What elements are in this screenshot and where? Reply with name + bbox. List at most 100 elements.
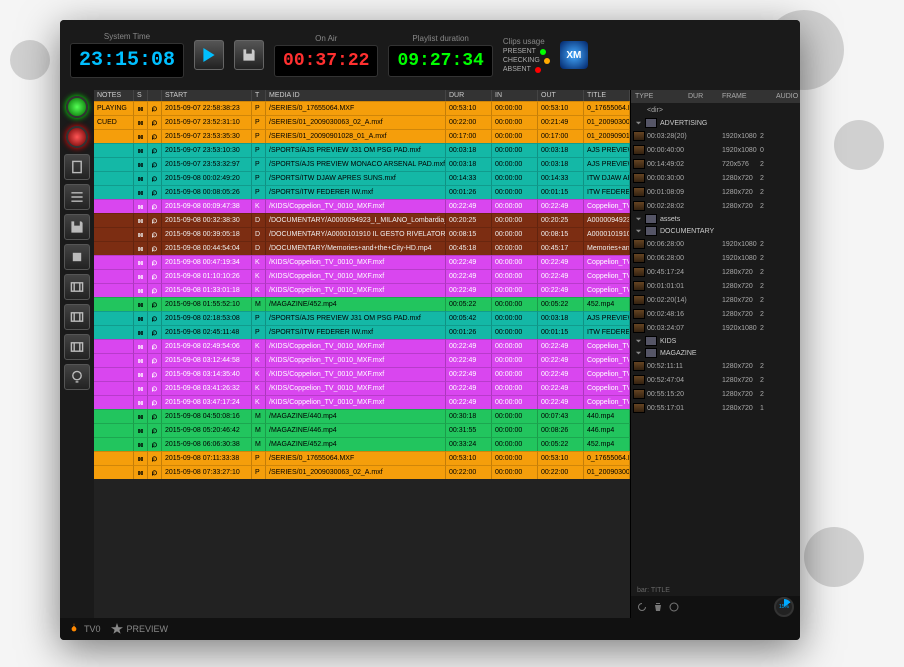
tool-new-playlist[interactable] <box>64 154 90 180</box>
tab-tv0[interactable]: TV0 <box>68 623 101 635</box>
bcell-dur: 00:01:01:01 <box>647 283 722 290</box>
playlist-row[interactable]: 2015-09-08 00:02:49:20P/SPORTS/ITW DJAW … <box>94 171 630 185</box>
browser-item[interactable]: 00:03:24:071920x10802 <box>631 321 800 335</box>
browser-item[interactable]: 00:06:28:001920x10802 <box>631 251 800 265</box>
cell-out: 00:03:18 <box>538 311 584 325</box>
browser-folder[interactable]: assets <box>631 213 800 225</box>
tool-bulb[interactable] <box>64 364 90 390</box>
playlist-row[interactable]: 2015-09-08 00:09:47:38K/KIDS/Coppelion_T… <box>94 199 630 213</box>
browser-folder[interactable]: MAGAZINE <box>631 347 800 359</box>
bcell-dur: 00:03:28(20) <box>647 133 722 140</box>
playlist-row[interactable]: 2015-09-08 01:33:01:18K/KIDS/Coppelion_T… <box>94 283 630 297</box>
cell-type: M <box>252 409 266 423</box>
playlist-row[interactable]: 2015-09-07 23:53:35:30P/SERIES/01_200909… <box>94 129 630 143</box>
browser-item[interactable]: 00:01:01:011280x7202 <box>631 279 800 293</box>
cell-media: /KIDS/Coppelion_TV_0010_MXF.mxf <box>266 339 446 353</box>
cell-in: 00:00:00 <box>492 143 538 157</box>
browser-item[interactable]: 00:55:17:011280x7201 <box>631 401 800 415</box>
play-button[interactable] <box>194 40 224 70</box>
playlist-row[interactable]: 2015-09-08 01:55:52:10M/MAGAZINE/452.mp4… <box>94 297 630 311</box>
playlist-row[interactable]: 2015-09-08 02:45:11:48P/SPORTS/ITW FEDER… <box>94 325 630 339</box>
browser-item[interactable]: 00:02:48:161280x7202 <box>631 307 800 321</box>
playlist-row[interactable]: 2015-09-08 03:47:17:24K/KIDS/Coppelion_T… <box>94 395 630 409</box>
cell-type: K <box>252 367 266 381</box>
browser-folder[interactable]: ADVERTISING <box>631 117 800 129</box>
cell-out: 00:22:49 <box>538 255 584 269</box>
cell-title: ITW DJAW APRES SUNS.mxf <box>584 171 630 185</box>
info-icon[interactable] <box>669 602 679 612</box>
bcell-dur: 00:52:11:11 <box>647 363 722 370</box>
trash-icon[interactable] <box>653 602 663 612</box>
playlist-row[interactable]: 2015-09-08 07:11:33:38P/SERIES/0_1765506… <box>94 451 630 465</box>
save-button[interactable] <box>234 40 264 70</box>
playlist-row[interactable]: 2015-09-08 07:33:27:10P/SERIES/01_200903… <box>94 465 630 479</box>
link-icon <box>134 143 148 157</box>
playlist-row[interactable]: 2015-09-08 05:20:46:42M/MAGAZINE/446.mp4… <box>94 423 630 437</box>
link-icon <box>134 185 148 199</box>
playlist-row[interactable]: 2015-09-08 00:08:05:26P/SPORTS/ITW FEDER… <box>94 185 630 199</box>
playlist-panel[interactable]: NOTES S START T MEDIA ID DUR IN OUT TITL… <box>94 90 630 618</box>
clip-thumb-icon <box>633 323 645 333</box>
playlist-row[interactable]: 2015-09-08 01:10:10:26K/KIDS/Coppelion_T… <box>94 269 630 283</box>
browser-item[interactable]: 00:52:11:111280x7202 <box>631 359 800 373</box>
browser-item[interactable]: 00:55:15:201280x7202 <box>631 387 800 401</box>
bcell-dur: 00:02:48:16 <box>647 311 722 318</box>
playlist-row[interactable]: 2015-09-08 03:12:44:58K/KIDS/Coppelion_T… <box>94 353 630 367</box>
bcell-frame: 1280x720 <box>722 377 760 384</box>
playlist-row[interactable]: PLAYING2015-09-07 22:58:38:23P/SERIES/0_… <box>94 101 630 115</box>
tab-preview[interactable]: PREVIEW <box>111 623 169 635</box>
playlist-row[interactable]: 2015-09-08 00:32:38:30D/DOCUMENTARY/A000… <box>94 213 630 227</box>
tool-list[interactable] <box>64 184 90 210</box>
tool-save[interactable] <box>64 214 90 240</box>
browser-item[interactable]: 00:06:28:001920x10802 <box>631 237 800 251</box>
playlist-row[interactable]: 2015-09-08 00:47:19:34K/KIDS/Coppelion_T… <box>94 255 630 269</box>
playlist-row[interactable]: 2015-09-08 06:06:30:38M/MAGAZINE/452.mp4… <box>94 437 630 451</box>
browser-item[interactable]: 00:00:30:001280x7202 <box>631 171 800 185</box>
loop-icon <box>148 213 162 227</box>
playlist-row[interactable]: 2015-09-08 00:39:05:18D/DOCUMENTARY/A000… <box>94 227 630 241</box>
browser-item[interactable]: 00:52:47:041280x7202 <box>631 373 800 387</box>
browser-item[interactable]: 00:03:28(20)1920x10802 <box>631 129 800 143</box>
cell-media: /DOCUMENTARY/Memories+and+the+City-HD.mp… <box>266 241 446 255</box>
playlist-row[interactable]: CUED2015-09-07 23:52:31:10P/SERIES/01_20… <box>94 115 630 129</box>
browser-item[interactable]: 00:00:40:001920x10800 <box>631 143 800 157</box>
cell-dur: 00:22:49 <box>446 339 492 353</box>
folder-icon <box>645 118 657 128</box>
play-icon <box>202 48 216 62</box>
browser-up-dir[interactable]: <dir> <box>631 103 800 117</box>
playlist-row[interactable]: 2015-09-08 03:14:35:40K/KIDS/Coppelion_T… <box>94 367 630 381</box>
clip-thumb-icon <box>633 187 645 197</box>
playlist-row[interactable]: 2015-09-08 00:44:54:04D/DOCUMENTARY/Memo… <box>94 241 630 255</box>
cell-state <box>94 143 134 157</box>
playlist-row[interactable]: 2015-09-07 23:53:10:30P/SPORTS/AJS PREVI… <box>94 143 630 157</box>
playlist-row[interactable]: 2015-09-08 02:49:54:06K/KIDS/Coppelion_T… <box>94 339 630 353</box>
playlist-row[interactable]: 2015-09-07 23:53:32:97P/SPORTS/AJS PREVI… <box>94 157 630 171</box>
browser-folder[interactable]: DOCUMENTARY <box>631 225 800 237</box>
playlist-row[interactable]: 2015-09-08 03:41:26:32K/KIDS/Coppelion_T… <box>94 381 630 395</box>
cell-out: 00:53:10 <box>538 451 584 465</box>
playlist-row[interactable]: 2015-09-08 04:50:08:16M/MAGAZINE/440.mp4… <box>94 409 630 423</box>
tool-clip-a[interactable] <box>64 274 90 300</box>
browser-item[interactable]: 00:01:08:091280x7202 <box>631 185 800 199</box>
cell-title: 446.mp4 <box>584 423 630 437</box>
cell-out: 00:22:00 <box>538 465 584 479</box>
browser-item[interactable]: 00:45:17:241280x7202 <box>631 265 800 279</box>
cell-in: 00:00:00 <box>492 437 538 451</box>
loop-icon <box>148 451 162 465</box>
tool-stop[interactable] <box>64 244 90 270</box>
browser-item[interactable]: 00:02:28:021280x7202 <box>631 199 800 213</box>
browser-body[interactable]: ADVERTISING00:03:28(20)1920x1080200:00:4… <box>631 117 800 585</box>
cell-out: 00:08:15 <box>538 227 584 241</box>
browser-item[interactable]: 00:14:49:02720x5762 <box>631 157 800 171</box>
cell-in: 00:00:00 <box>492 185 538 199</box>
tool-clip-b[interactable] <box>64 304 90 330</box>
cell-media: /SERIES/01_2009030063_02_A.mxf <box>266 465 446 479</box>
browser-footer: 15% <box>631 596 800 618</box>
browser-item[interactable]: 00:02:20(14)1280x7202 <box>631 293 800 307</box>
tool-clip-c[interactable] <box>64 334 90 360</box>
absent-dot-icon <box>535 67 541 73</box>
browser-folder[interactable]: KIDS <box>631 335 800 347</box>
link-icon <box>134 269 148 283</box>
playlist-row[interactable]: 2015-09-08 02:18:53:08P/SPORTS/AJS PREVI… <box>94 311 630 325</box>
refresh-icon[interactable] <box>637 602 647 612</box>
